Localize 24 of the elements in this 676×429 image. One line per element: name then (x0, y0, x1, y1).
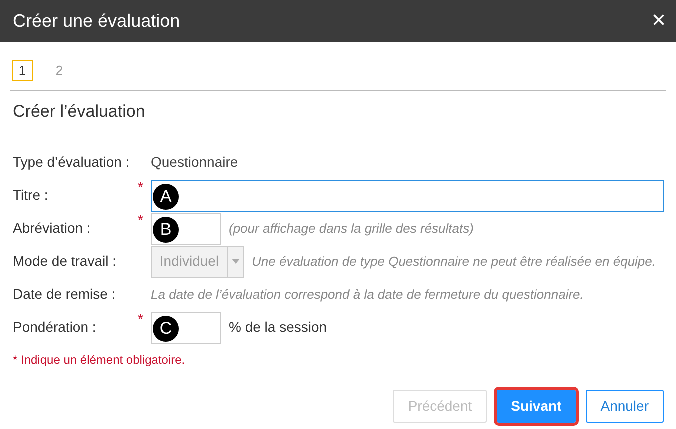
caret-icon (232, 259, 240, 264)
step-tab[interactable]: 1 (12, 60, 33, 81)
field-label: Date de remise : (13, 285, 117, 304)
next-button[interactable]: Suivant (497, 390, 576, 423)
section-title: Créer l’évaluation (12, 101, 146, 123)
field-suffix: % de la session (229, 318, 328, 337)
required-mark: * (138, 310, 144, 329)
field-hint: (pour affichage dans la grille des résultats) (229, 220, 474, 238)
field-label: Abréviation : (13, 219, 92, 238)
field-label: Type d’évaluation : (13, 153, 131, 172)
field-label: Pondération : (13, 318, 98, 337)
field-value: Questionnaire (151, 153, 238, 172)
close-button[interactable]: × (652, 9, 666, 33)
field-label: Titre : (13, 186, 50, 205)
step-tab[interactable]: 2 (49, 60, 70, 81)
input-field[interactable] (151, 180, 664, 212)
field-hint: Une évaluation de type Questionnaire ne peut être réalisée en équipe. (252, 252, 656, 271)
field-hint: La date de l’évaluation correspond à la date de fermeture du questionnaire. (151, 286, 584, 304)
required-mark: * (138, 178, 144, 197)
field-label: Mode de travail : (13, 252, 118, 271)
dialog-button[interactable]: Annuler (586, 390, 664, 423)
required-mark: * (138, 211, 144, 230)
required-note: * Indique un élément obligatoire. (12, 352, 186, 369)
window-title: Créer une évaluation (13, 10, 180, 32)
